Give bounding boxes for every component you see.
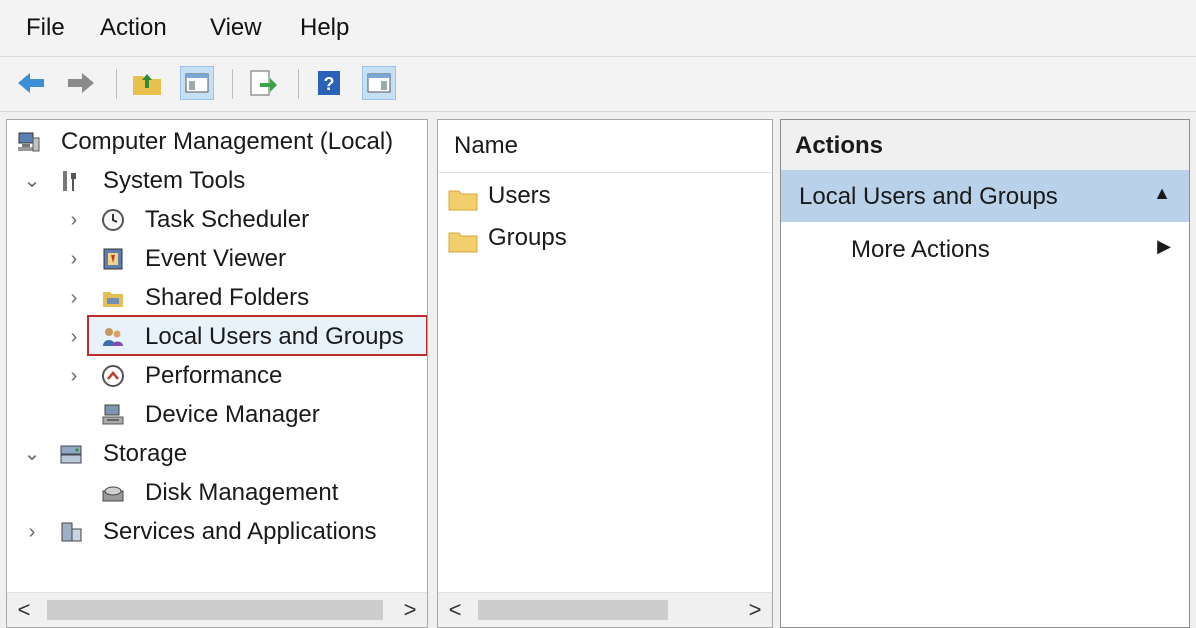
chevron-right-icon[interactable]: › [63,359,85,393]
menu-view[interactable]: View [210,14,262,42]
more-actions-label: More Actions [851,236,990,263]
tree-label: Disk Management [145,479,339,506]
disk-management-icon [101,481,125,505]
actions-title: Actions [795,132,884,159]
scroll-left-icon[interactable]: < [440,593,470,627]
tree-item-performance[interactable]: › Performance [63,359,423,393]
tree-item-device-manager[interactable]: Device Manager [63,398,423,432]
tree-item-services-and-applications[interactable]: › Services and Applications [21,515,421,549]
tree-label: Shared Folders [145,284,310,311]
forward-arrow-icon[interactable] [64,66,98,100]
tree-item-local-users-and-groups[interactable]: › Local Users and Groups [63,320,423,354]
chevron-down-icon[interactable]: ⌄ [21,437,43,471]
console-tree-pane: Computer Management (Local) ⌄ System Too… [6,119,428,628]
clock-icon [101,208,125,232]
actions-header: Actions [781,120,1189,171]
chevron-right-icon[interactable]: › [63,320,85,354]
users-group-icon [101,325,125,349]
chevron-right-icon[interactable]: › [63,203,85,237]
show-hide-action-pane-icon[interactable] [362,66,396,100]
scroll-right-icon[interactable]: > [395,593,425,627]
chevron-right-icon[interactable]: › [63,242,85,276]
list-item-users[interactable]: Users [448,178,748,214]
services-icon [59,520,83,544]
tree-label: Device Manager [145,401,320,428]
chevron-right-icon[interactable]: › [63,281,85,315]
list-item-label: Groups [488,224,567,251]
chevron-right-icon[interactable]: › [21,515,43,549]
event-viewer-icon [101,247,125,271]
column-header-name[interactable]: Name [438,120,772,173]
scroll-left-icon[interactable]: < [9,593,39,627]
result-list-pane: Name Users Groups < > [437,119,773,628]
more-actions-item[interactable]: More Actions ▶ [781,224,1189,276]
column-header-label: Name [454,132,519,159]
tree-label: Services and Applications [103,518,377,545]
scroll-right-icon[interactable]: > [740,593,770,627]
list-horizontal-scrollbar[interactable]: < > [438,592,772,627]
tree-horizontal-scrollbar[interactable]: < > [7,592,427,627]
tree-label: Computer Management (Local) [61,128,394,155]
chevron-down-icon[interactable]: ⌄ [21,164,43,198]
actions-section-label: Local Users and Groups [799,183,1058,210]
back-arrow-icon[interactable] [14,66,48,100]
device-manager-icon [101,403,125,427]
actions-section-local-users-and-groups[interactable]: Local Users and Groups ▲ [781,170,1189,222]
tree-item-shared-folders[interactable]: › Shared Folders [63,281,423,315]
scroll-thumb[interactable] [478,600,668,620]
menu-file[interactable]: File [26,14,65,42]
toolbar-separator [232,69,233,99]
toolbar: ? [0,57,1196,112]
actions-pane: Actions Local Users and Groups ▲ More Ac… [780,119,1190,628]
storage-icon [59,442,83,466]
tree-label: Performance [145,362,283,389]
scroll-thumb[interactable] [47,600,383,620]
tree-item-disk-management[interactable]: Disk Management [63,476,423,510]
list-item-groups[interactable]: Groups [448,220,748,256]
tree-item-computer-management[interactable]: Computer Management (Local) [13,125,423,159]
tree-label: System Tools [103,167,246,194]
submenu-right-icon: ▶ [1157,236,1171,256]
tree-label: Storage [103,440,188,467]
system-tools-icon [59,169,83,193]
tree-item-task-scheduler[interactable]: › Task Scheduler [63,203,423,237]
tree-item-storage[interactable]: ⌄ Storage [21,437,421,471]
svg-text:?: ? [324,74,335,94]
up-folder-icon[interactable] [130,66,164,100]
export-list-icon[interactable] [246,66,280,100]
folder-icon [448,228,478,253]
menu-action[interactable]: Action [100,14,167,42]
toolbar-separator [116,69,117,99]
tree-item-system-tools[interactable]: ⌄ System Tools [21,164,421,198]
tree-label: Task Scheduler [145,206,310,233]
list-item-label: Users [488,182,551,209]
menu-help[interactable]: Help [300,14,349,42]
folder-icon [448,186,478,211]
shared-folder-icon [101,286,125,310]
toolbar-separator [298,69,299,99]
help-icon[interactable]: ? [312,66,346,100]
performance-icon [101,364,125,388]
tree-item-event-viewer[interactable]: › Event Viewer [63,242,423,276]
tree-label: Event Viewer [145,245,286,272]
tree-label: Local Users and Groups [145,323,404,350]
collapse-up-icon[interactable]: ▲ [1153,183,1171,204]
menu-bar: File Action View Help [0,0,1196,57]
show-hide-console-tree-icon[interactable] [180,66,214,100]
computer-management-icon [17,130,41,154]
